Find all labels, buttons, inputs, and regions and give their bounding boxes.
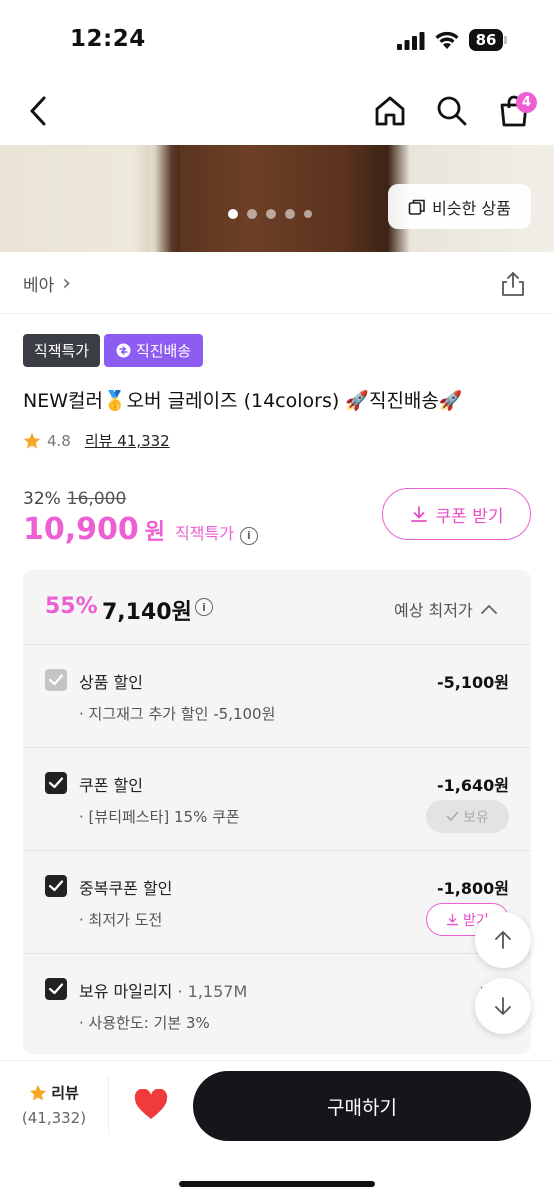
discount-row: 32% 16,000 — [23, 489, 126, 509]
copy-icon — [408, 199, 425, 215]
checkbox[interactable] — [45, 978, 67, 1000]
cart-count-badge: 4 — [516, 92, 537, 113]
discount-percent: 32% — [23, 489, 61, 509]
buy-button[interactable]: 구매하기 — [193, 1071, 531, 1141]
share-icon[interactable] — [500, 271, 526, 297]
lowest-label-toggle[interactable]: 예상 최저가 — [394, 597, 497, 621]
special-price-label: 직잭특가 — [33, 342, 90, 360]
direct-delivery-label: 직진배송 — [135, 342, 192, 360]
delivery-icon — [116, 343, 131, 358]
star-icon — [30, 1084, 47, 1100]
check-icon — [446, 811, 459, 821]
download-icon — [446, 913, 459, 926]
arrow-down-icon — [495, 997, 511, 1015]
image-pager — [228, 209, 312, 219]
discount-amount: -1,800원 — [437, 879, 509, 898]
home-indicator — [179, 1181, 375, 1187]
lowest-price-header[interactable]: 55% 7,140원 i 예상 최저가 — [23, 570, 531, 645]
pager-dot[interactable] — [247, 209, 257, 219]
search-icon[interactable] — [435, 94, 469, 128]
breadcrumb[interactable]: 베아 › — [23, 271, 71, 296]
top-nav — [0, 80, 554, 146]
rating-score: 4.8 — [47, 431, 71, 450]
scroll-up-button[interactable] — [475, 912, 531, 968]
discount-name: 중복쿠폰 할인 — [79, 879, 173, 898]
heart-icon[interactable] — [134, 1089, 168, 1121]
buy-button-label: 구매하기 — [327, 1096, 397, 1119]
pager-dot[interactable] — [228, 209, 238, 219]
discount-name: 쿠폰 할인 — [79, 776, 143, 795]
shop-name[interactable]: 베아 — [23, 271, 54, 296]
discount-amount: -5,100원 — [437, 673, 509, 692]
review-label: 리뷰 — [51, 1084, 79, 1102]
back-arrow-icon[interactable] — [22, 94, 56, 128]
arrow-up-icon — [495, 931, 511, 949]
current-price: 10,900 — [23, 512, 139, 547]
review-count: (41,332) — [21, 1109, 87, 1127]
mileage-balance: · 1,157M — [172, 982, 248, 1001]
discount-desc: · 지그재그 추가 할인 -5,100원 — [79, 705, 276, 723]
owned-coupon-button[interactable]: 보유 — [426, 800, 509, 833]
chevron-right-icon: › — [62, 270, 72, 296]
direct-delivery-badge: 직진배송 — [104, 334, 203, 367]
status-time: 12:24 — [70, 26, 146, 52]
checkbox[interactable] — [45, 875, 67, 897]
rating-row: 4.8 리뷰 41,332 — [23, 430, 170, 451]
download-icon — [410, 506, 427, 522]
divider — [0, 1060, 554, 1061]
checkbox[interactable] — [45, 669, 67, 691]
discount-desc: · 최저가 도전 — [79, 911, 163, 929]
lowest-percent: 55% — [45, 594, 98, 619]
mileage-label: 보유 마일리지 — [79, 982, 173, 1001]
lowest-price: 7,140원 — [102, 600, 192, 625]
discount-name: 상품 할인 — [79, 673, 143, 692]
reviews-link[interactable]: 리뷰 41,332 — [85, 430, 170, 451]
owned-label: 보유 — [463, 809, 489, 826]
star-icon — [23, 432, 41, 448]
divider — [0, 313, 554, 314]
checkbox[interactable] — [45, 772, 67, 794]
scroll-down-button[interactable] — [475, 978, 531, 1034]
lowest-label: 예상 최저가 — [394, 601, 473, 620]
coupon-button-label: 쿠폰 받기 — [435, 506, 504, 527]
price-tag: 직잭특가 — [175, 524, 234, 543]
similar-products-button[interactable]: 비슷한 상품 — [388, 184, 531, 229]
lowest-price-panel: 55% 7,140원 i 예상 최저가 상품 할인 -5,100원 · 지그재그… — [23, 570, 531, 1054]
discount-name: 보유 마일리지 · 1,157M — [79, 978, 247, 1002]
pager-dot[interactable] — [285, 209, 295, 219]
pager-dot[interactable] — [266, 209, 276, 219]
chevron-up-icon — [480, 605, 497, 614]
discount-desc: · 사용한도: 기본 3% — [79, 1014, 210, 1032]
discount-amount: -1,640원 — [437, 776, 509, 795]
cellular-signal-icon — [397, 32, 425, 50]
info-icon[interactable]: i — [239, 526, 258, 545]
price-unit: 원 — [144, 520, 166, 545]
info-icon[interactable]: i — [195, 598, 213, 616]
home-icon[interactable] — [373, 94, 407, 128]
battery-icon: 86 — [469, 29, 507, 51]
divider — [108, 1076, 109, 1134]
discount-row-coupon: 쿠폰 할인 -1,640원 · [뷰티페스타] 15% 쿠폰 보유 — [23, 748, 531, 851]
discount-row-double-coupon: 중복쿠폰 할인 -1,800원 · 최저가 도전 받기 — [23, 851, 531, 954]
pager-dot[interactable] — [304, 210, 312, 218]
special-price-badge: 직잭특가 — [23, 334, 100, 367]
similar-products-label: 비슷한 상품 — [432, 198, 511, 218]
battery-level: 86 — [469, 29, 503, 51]
status-bar: 12:24 86 — [0, 0, 554, 80]
product-title: NEW컬러🥇오버 글레이즈 (14colors) 🚀직진배송🚀 — [23, 390, 463, 412]
wifi-icon — [435, 31, 459, 49]
original-price: 16,000 — [66, 489, 127, 509]
bottom-review-button[interactable]: 리뷰 (41,332) — [20, 1082, 88, 1127]
discount-desc: · [뷰티페스타] 15% 쿠폰 — [79, 808, 240, 826]
price-row: 10,900 원 직잭특가 i — [23, 512, 258, 547]
discount-row-mileage: 보유 마일리지 · 1,157M -32 · 사용한도: 기본 3% — [23, 954, 531, 1054]
coupon-download-button[interactable]: 쿠폰 받기 — [382, 488, 531, 540]
discount-row-product: 상품 할인 -5,100원 · 지그재그 추가 할인 -5,100원 — [23, 645, 531, 748]
